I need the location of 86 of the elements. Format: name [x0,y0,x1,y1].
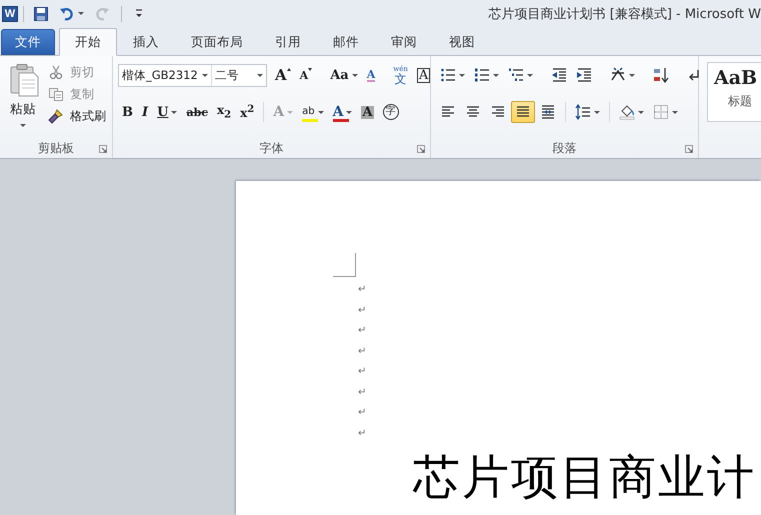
caret-icon [78,12,84,15]
caret-icon [20,124,26,127]
window-title: 芯片项目商业计划书 [兼容模式] - Microsoft W [488,6,761,22]
bullet-list-icon [440,67,456,83]
dialog-launcher-icon [99,145,107,153]
margin-corner-mark [333,253,356,277]
style-gallery-item[interactable]: AaB 标题 [707,62,761,122]
paragraph-mark: ↵ [358,426,368,440]
color-button[interactable]: A [328,101,356,123]
caret-icon [171,110,178,114]
paragraph-mark: ↵ [358,386,368,400]
caret-icon [527,74,533,76]
justify-button[interactable] [511,101,535,123]
caret-icon [629,74,635,76]
numbered-list-icon [474,67,490,83]
caret-icon [352,74,358,76]
paste-label: 粘贴 [10,101,36,118]
ribbon-tab[interactable]: 插入 [117,29,175,55]
word-logo-icon[interactable]: W [2,6,18,22]
caret-icon [459,74,465,76]
multilevel-list-icon [508,67,524,83]
border-icon [653,104,669,120]
style-name: 标题 [728,93,752,110]
dialog-launcher-icon [417,145,425,153]
paragraph-mark: ↵ [358,283,368,297]
paint-bucket-icon [619,104,635,120]
ribbon-tab[interactable]: 邮件 [317,29,375,55]
decrease-indent-icon [551,67,567,83]
distribute-icon [540,104,556,120]
arrow-icon [308,68,312,71]
document-heading: 芯片项目商业计 [413,449,757,507]
dialog-launcher-button[interactable] [98,144,108,154]
group-label: 段落 [552,140,576,157]
caret-icon [672,110,678,114]
save-icon [33,6,49,22]
italic-button[interactable]: I [138,101,152,123]
paragraph-mark: ↵ [358,324,368,338]
paragraph-mark: ↵ [358,344,368,358]
shade-button[interactable]: A [357,101,378,123]
ribbon-tab[interactable]: 页面布局 [175,29,259,55]
dialog-launcher-button[interactable] [684,144,694,154]
caret-icon [594,110,600,114]
clear-button[interactable]: A [362,64,380,86]
paragraph-mark: ↵ [358,365,368,379]
group-label: 剪贴板 [38,140,74,157]
line-spacing-icon [575,104,591,120]
group-label: 字体 [260,140,284,157]
dialog-launcher-icon [685,145,693,153]
sort-icon [653,67,669,83]
script-button[interactable]: x$^{2}$ [236,101,258,123]
highlight-bar-icon [302,119,318,122]
arrow-icon [286,68,291,71]
redo-icon [94,6,110,22]
caret-icon [287,110,294,114]
paragraph-mark: ↵ [358,304,368,318]
file-tab[interactable]: 文件 [1,29,55,55]
caret-icon [638,110,644,114]
ribbon-tab[interactable]: 视图 [433,29,491,55]
ribbon-tab[interactable]: 审阅 [375,29,433,55]
grow-button[interactable]: A [271,64,295,86]
painter-button[interactable]: 格式刷 [45,106,109,126]
caret-icon [346,110,352,114]
strike-button[interactable]: abc [182,101,212,123]
paste-button[interactable]: 粘贴 [5,59,41,139]
paragraph-mark: ↵ [358,406,368,420]
increase-indent-icon [576,67,592,83]
scissors-icon [48,64,64,80]
asian-layout-icon [610,67,626,83]
color-bar-icon [332,119,349,122]
enclose-button[interactable]: 字 [378,101,403,123]
dialog-launcher-button[interactable] [416,144,426,154]
style-preview: AaB [714,67,758,89]
brush-icon [48,108,64,124]
highlight-button[interactable]: ab [298,101,328,123]
underline-button[interactable]: U [153,101,182,123]
case-button[interactable]: Aa [326,64,362,86]
script-button[interactable]: x$_{2}$ [212,101,236,123]
shrink-button[interactable]: A [296,64,316,86]
ribbon-tab[interactable]: 开始 [59,28,117,56]
border-button[interactable]: A [412,64,434,86]
ribbon-tab[interactable]: 引用 [259,29,317,55]
caret-icon [493,74,499,76]
caret-icon [318,110,324,114]
copy-icon [48,86,64,102]
undo-icon [59,6,75,22]
bold-button[interactable]: B [118,101,137,123]
